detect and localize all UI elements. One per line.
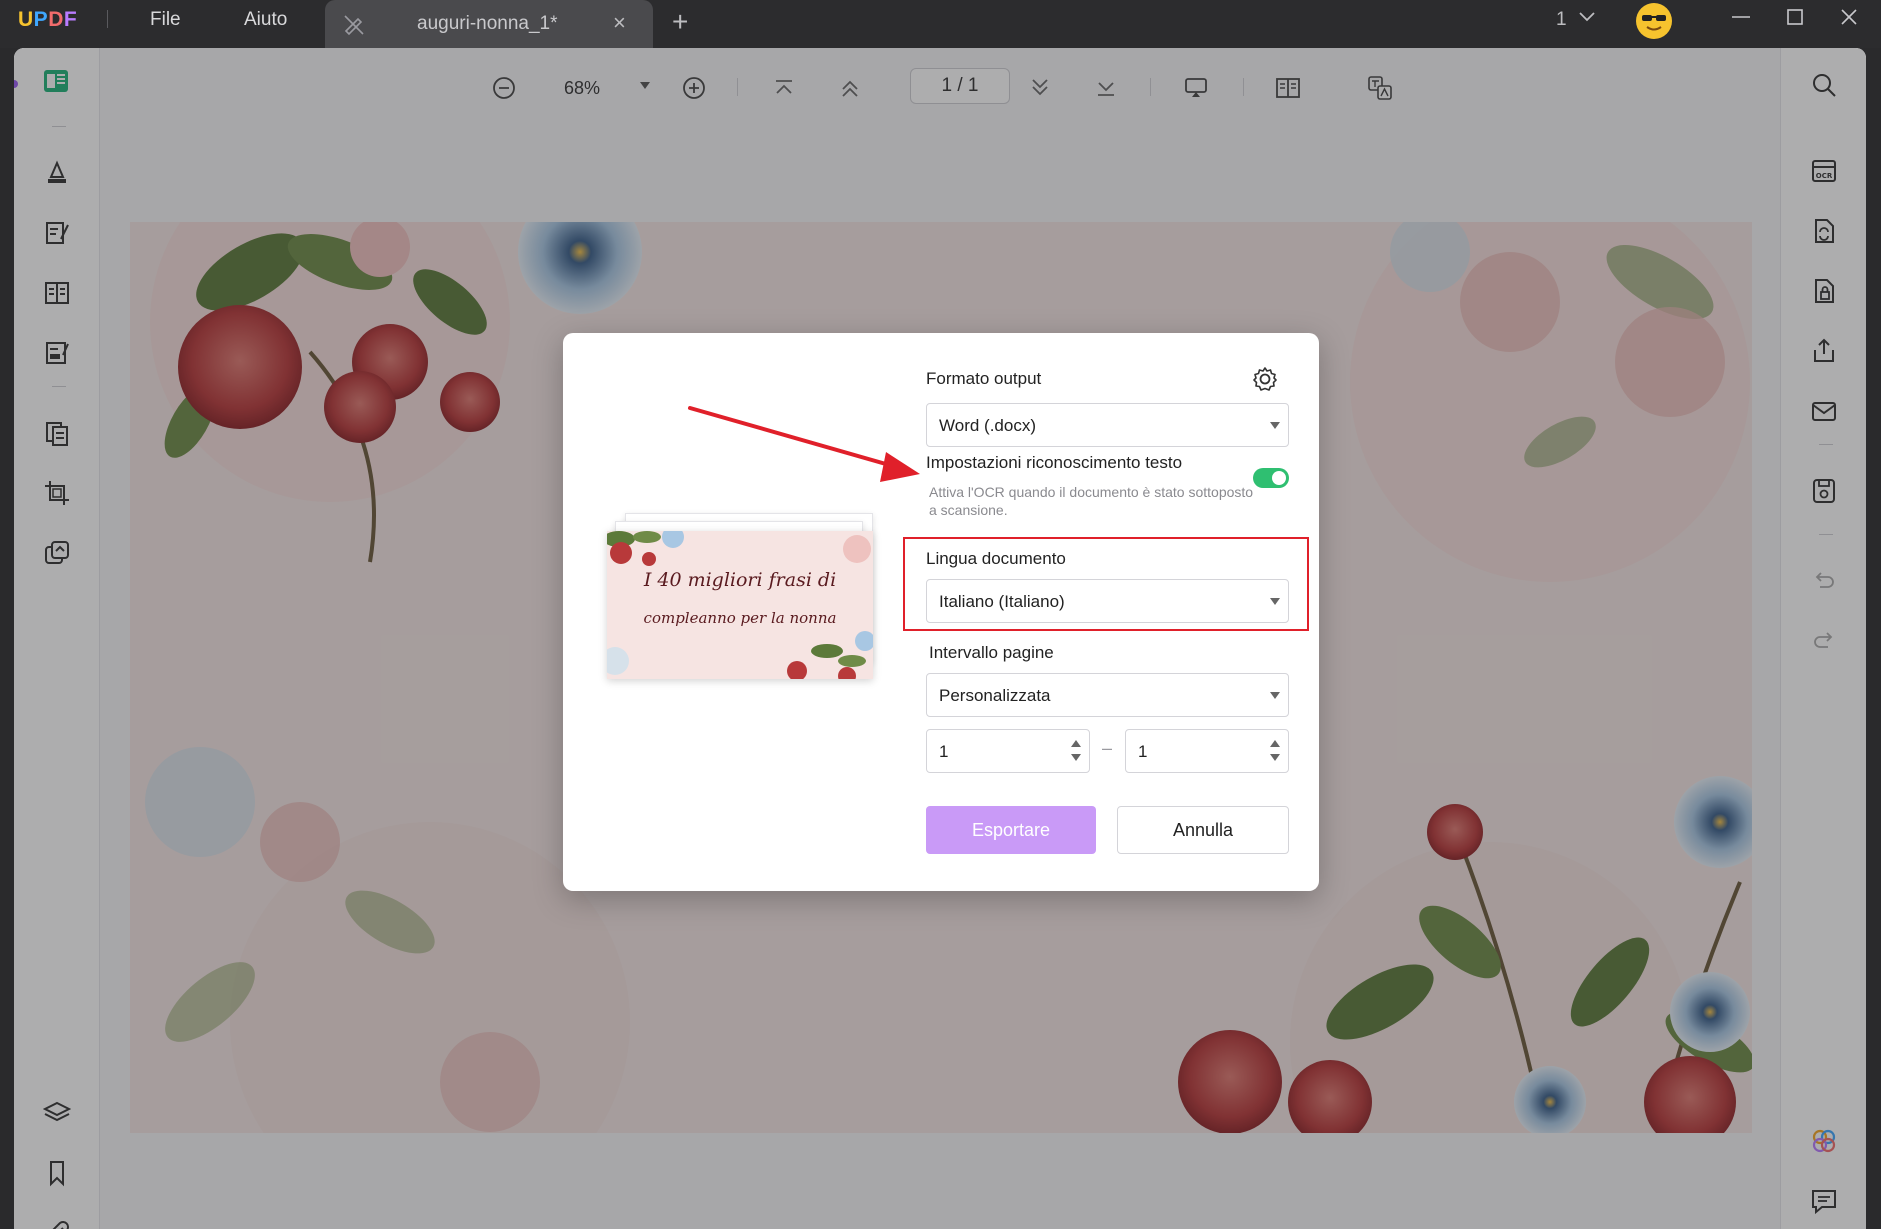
ocr-hint-line-1: Attiva l'OCR quando il documento è stato… xyxy=(929,484,1254,500)
menu-file[interactable]: File xyxy=(150,9,181,31)
app-logo: UPDF xyxy=(18,8,78,31)
range-dash: – xyxy=(1102,738,1113,758)
range-to-stepper[interactable]: 1 xyxy=(1125,729,1289,773)
thumbnail-floral xyxy=(607,531,873,679)
range-from-stepper[interactable]: 1 xyxy=(926,729,1090,773)
page-range-label: Intervallo pagine xyxy=(929,643,1054,662)
output-format-label: Formato output xyxy=(926,369,1042,388)
thumbnail-title-line-2: compleanno per la nonna xyxy=(643,609,837,627)
menu-help[interactable]: Aiuto xyxy=(244,9,287,31)
page-range-value: Personalizzata xyxy=(939,686,1051,705)
edit-off-icon xyxy=(343,14,365,41)
page-range-select[interactable]: Personalizzata xyxy=(926,673,1289,717)
output-format-select[interactable]: Word (.docx) xyxy=(926,403,1289,447)
output-format-value: Word (.docx) xyxy=(939,416,1036,435)
tab-close-icon[interactable]: × xyxy=(613,10,626,36)
minimize-icon[interactable] xyxy=(1731,6,1751,34)
title-separator xyxy=(107,10,108,28)
export-button[interactable]: Esportare xyxy=(926,806,1096,854)
decrement-icon[interactable] xyxy=(1270,754,1280,761)
maximize-icon[interactable] xyxy=(1785,6,1805,34)
dropdown-arrow-icon xyxy=(1270,692,1280,699)
thumbnail-title-line-1: I 40 migliori frasi di xyxy=(643,569,837,591)
highlight-box xyxy=(903,537,1309,631)
close-window-icon[interactable] xyxy=(1839,6,1859,34)
cancel-button[interactable]: Annulla xyxy=(1117,806,1289,854)
avatar[interactable] xyxy=(1636,3,1672,39)
dropdown-arrow-icon xyxy=(1270,422,1280,429)
range-to-value: 1 xyxy=(1138,742,1148,761)
increment-icon[interactable] xyxy=(1270,740,1280,747)
title-bar: UPDF File Aiuto auguri-nonna_1* × + 1 xyxy=(0,0,1881,48)
new-tab-icon[interactable]: + xyxy=(672,6,688,38)
ocr-hint-line-2: a scansione. xyxy=(929,502,1008,518)
tab-title: auguri-nonna_1* xyxy=(417,13,558,34)
decrement-icon[interactable] xyxy=(1071,754,1081,761)
page-thumbnail: I 40 migliori frasi di compleanno per la… xyxy=(607,531,873,679)
ocr-toggle[interactable] xyxy=(1253,468,1289,488)
document-tab[interactable]: auguri-nonna_1* × xyxy=(325,0,653,48)
ocr-settings-label: Impostazioni riconoscimento testo xyxy=(926,453,1183,472)
range-from-value: 1 xyxy=(939,742,949,761)
gear-icon[interactable] xyxy=(1251,365,1279,393)
window-count[interactable]: 1 xyxy=(1556,9,1567,31)
chevron-down-icon[interactable] xyxy=(1578,10,1596,29)
increment-icon[interactable] xyxy=(1071,740,1081,747)
